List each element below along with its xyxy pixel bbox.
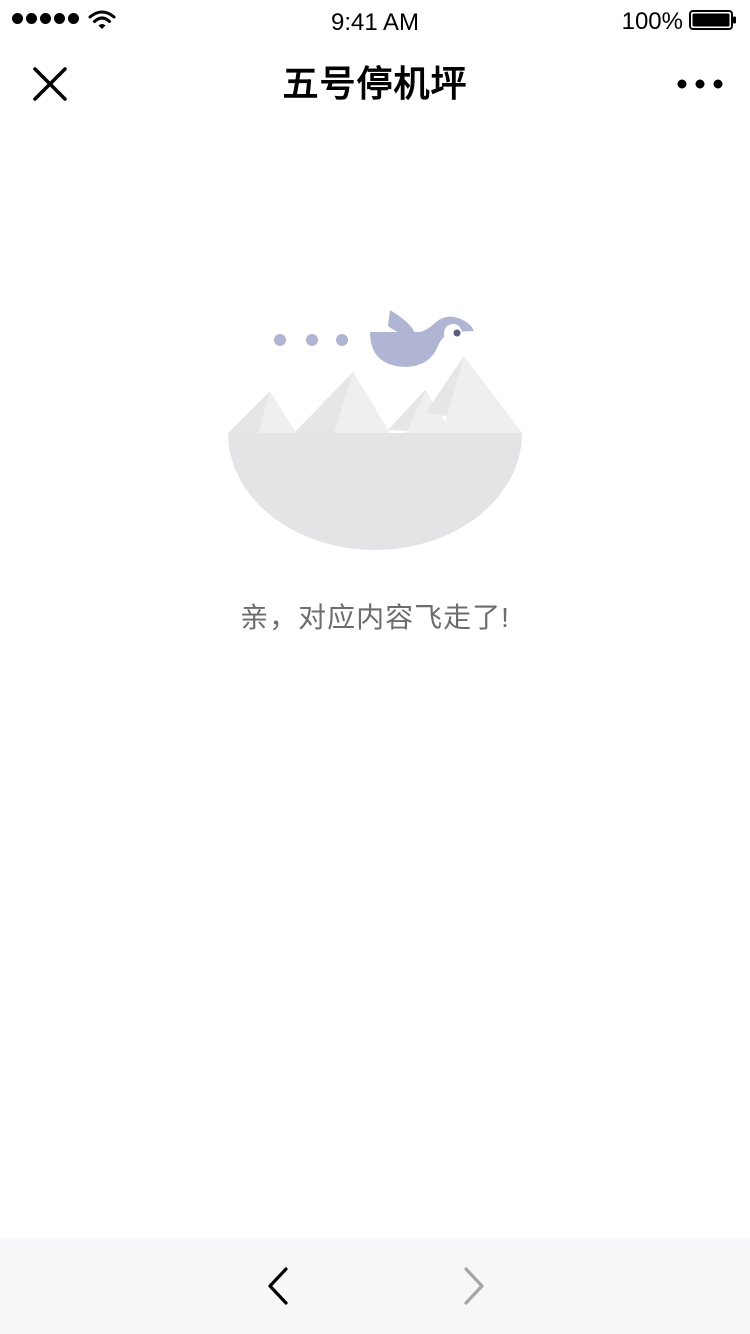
battery-icon: [689, 10, 736, 30]
status-bar: 9:41 AM 100%: [0, 0, 750, 44]
more-icon[interactable]: [676, 68, 724, 100]
chevron-left-icon[interactable]: [258, 1264, 298, 1308]
navigation-bar: 五号停机坪: [0, 44, 750, 128]
empty-state-message: 亲，对应内容飞走了!: [240, 602, 510, 633]
bottom-toolbar: [0, 1238, 750, 1334]
page-title: 五号停机坪: [282, 63, 468, 104]
chevron-right-icon[interactable]: [454, 1264, 494, 1308]
battery-percentage: 100%: [621, 8, 683, 35]
bird-mountains-illustration: [228, 310, 522, 550]
